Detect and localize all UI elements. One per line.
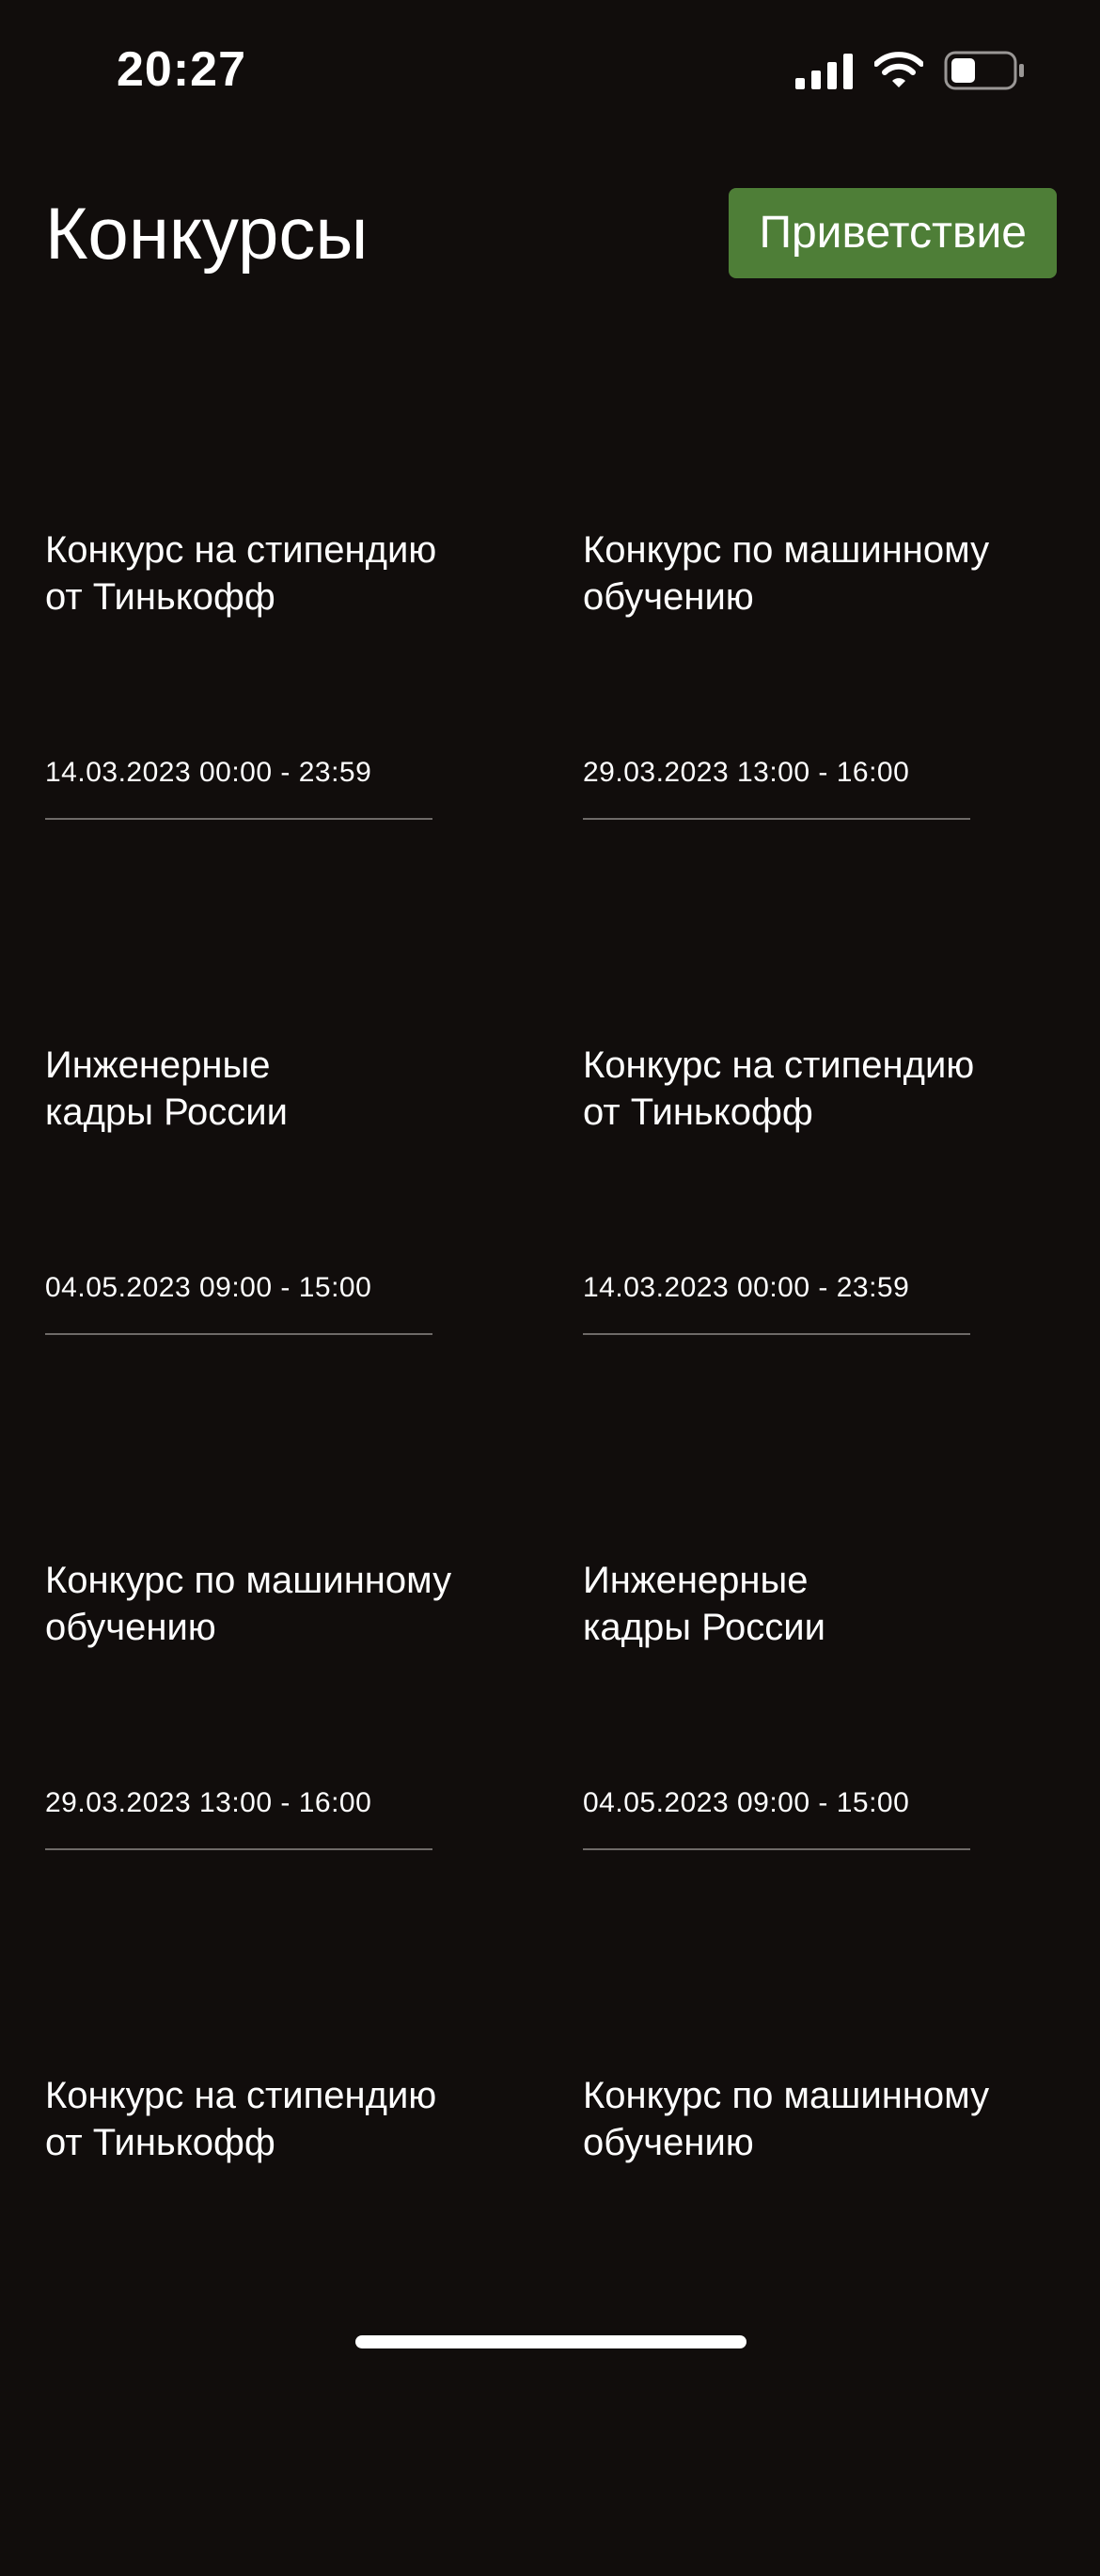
contest-date: 04.05.2023 09:00 - 15:00 [45,1272,372,1303]
contest-divider [45,1848,432,1850]
contest-title: Конкурс на стипендию от Тинькофф [45,529,437,618]
contest-card[interactable]: Конкурс на стипендию от Тинькофф [45,2061,583,2576]
contest-card[interactable]: Инженерные кадры России 04.05.2023 09:00… [583,1546,1079,2061]
contest-divider [583,1848,970,1850]
home-indicator[interactable] [355,2335,746,2348]
contest-divider [45,1333,432,1335]
contest-title: Конкурс по машинному обучению [583,2075,990,2163]
contest-title: Инженерные кадры России [583,1560,825,1648]
contest-card[interactable]: Конкурс на стипендию от Тинькофф 14.03.2… [45,515,583,1030]
contest-date: 14.03.2023 00:00 - 23:59 [45,757,372,788]
contest-title: Конкурс по машинному обучению [583,529,990,618]
contest-divider [45,818,432,820]
contest-divider [583,818,970,820]
contest-card[interactable]: Конкурс по машинному обучению 29.03.2023… [583,515,1079,1030]
contest-date: 29.03.2023 13:00 - 16:00 [583,757,910,788]
wifi-icon [874,52,923,87]
contest-date: 04.05.2023 09:00 - 15:00 [583,1787,910,1818]
status-bar: 20:27 [0,0,1100,141]
battery-icon [944,51,1024,90]
status-icons [795,51,1025,90]
contest-date: 14.03.2023 00:00 - 23:59 [583,1272,910,1303]
signal-icon [795,54,853,89]
header: Конкурсы Приветствие [45,188,1057,278]
contest-title: Инженерные кадры России [45,1045,288,1133]
greeting-button[interactable]: Приветствие [729,188,1057,278]
contest-card[interactable]: Конкурс по машинному обучению 29.03.2023… [45,1546,583,2061]
contest-card[interactable]: Конкурс на стипендию от Тинькофф 14.03.2… [583,1030,1079,1546]
contest-title: Конкурс на стипендию от Тинькофф [583,1045,975,1133]
page-title: Конкурсы [45,192,369,275]
contest-card[interactable]: Инженерные кадры России 04.05.2023 09:00… [45,1030,583,1546]
contest-title: Конкурс на стипендию от Тинькофф [45,2075,437,2163]
contests-grid: Конкурс на стипендию от Тинькофф 14.03.2… [45,515,1079,2576]
contest-date: 29.03.2023 13:00 - 16:00 [45,1787,372,1818]
contest-card[interactable]: Конкурс по машинному обучению [583,2061,1079,2576]
contest-title: Конкурс по машинному обучению [45,1560,452,1648]
contest-divider [583,1333,970,1335]
status-time: 20:27 [117,42,246,97]
